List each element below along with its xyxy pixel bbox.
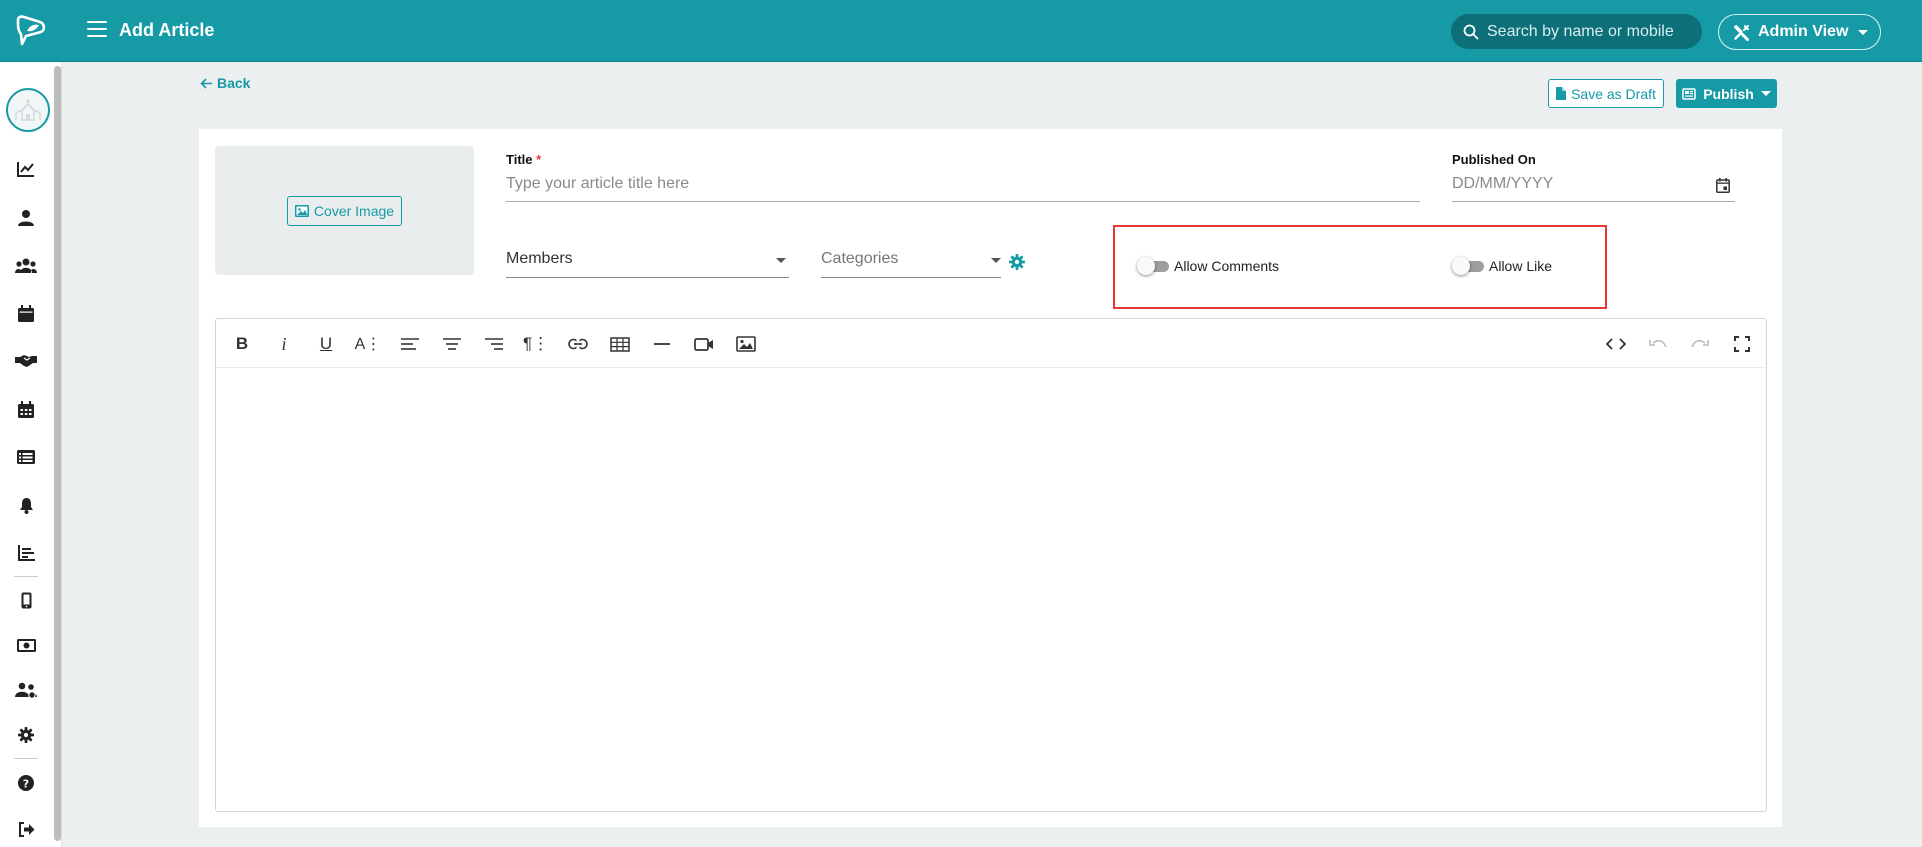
required-marker: * — [536, 152, 542, 167]
font-size-icon[interactable]: A⋮ — [355, 332, 382, 356]
bold-icon[interactable]: B — [230, 332, 254, 356]
editor-content-area[interactable] — [216, 368, 1766, 811]
allow-like-toggle[interactable]: Allow Like — [1452, 257, 1553, 275]
undo-icon[interactable] — [1646, 332, 1670, 356]
users-icon[interactable] — [15, 254, 37, 276]
cover-image-button[interactable]: Cover Image — [286, 195, 403, 226]
editor-toolbar: B i U A⋮ ¶⋮ — [216, 319, 1766, 368]
avatar[interactable] — [6, 88, 50, 132]
group-icon[interactable] — [15, 679, 37, 701]
help-icon[interactable]: ? — [15, 772, 37, 794]
allow-comments-label: Allow Comments — [1174, 258, 1280, 274]
page-title: Add Article — [119, 20, 215, 40]
admin-view-dropdown[interactable]: Admin View — [1718, 14, 1881, 50]
toggle-switch[interactable] — [1137, 257, 1171, 275]
image-icon — [294, 204, 309, 217]
paragraph-icon[interactable]: ¶⋮ — [523, 332, 549, 356]
bell-icon[interactable] — [15, 494, 37, 516]
members-select[interactable]: Members — [506, 246, 789, 278]
sidebar-divider — [14, 758, 38, 759]
categories-select[interactable]: Categories — [821, 246, 1001, 278]
link-icon[interactable] — [566, 332, 590, 356]
title-label: Title — [506, 152, 533, 167]
code-view-icon[interactable] — [1604, 332, 1628, 356]
published-on-label: Published On — [1452, 152, 1536, 167]
title-input[interactable] — [506, 172, 1420, 202]
redo-icon[interactable] — [1688, 332, 1712, 356]
back-link[interactable]: Back — [200, 75, 250, 91]
horizontal-rule-icon[interactable] — [650, 332, 674, 356]
logout-icon[interactable] — [15, 818, 37, 840]
chevron-down-icon — [1760, 91, 1771, 96]
bar-chart-icon[interactable] — [15, 542, 37, 564]
published-on-input[interactable] — [1452, 172, 1735, 202]
video-icon[interactable] — [692, 332, 716, 356]
members-value: Members — [506, 250, 573, 267]
handshake-icon[interactable] — [15, 350, 37, 372]
chevron-down-icon — [776, 258, 786, 263]
calendar-icon[interactable] — [15, 302, 37, 324]
italic-icon[interactable]: i — [272, 332, 296, 356]
align-center-icon[interactable] — [440, 332, 464, 356]
admin-view-label: Admin View — [1758, 23, 1849, 40]
svg-text:?: ? — [23, 777, 29, 790]
toggle-knob — [1137, 257, 1155, 275]
rich-text-editor[interactable]: B i U A⋮ ¶⋮ — [215, 318, 1767, 812]
search-icon — [1463, 24, 1479, 39]
list-icon[interactable] — [15, 446, 37, 468]
mobile-icon[interactable] — [15, 589, 37, 611]
search-box[interactable] — [1451, 14, 1702, 49]
category-settings-icon[interactable] — [1009, 254, 1025, 270]
align-right-icon[interactable] — [482, 332, 506, 356]
money-icon[interactable] — [15, 634, 37, 656]
user-icon[interactable] — [15, 206, 37, 228]
menu-toggle-icon[interactable] — [87, 21, 107, 39]
underline-icon[interactable]: U — [314, 332, 338, 356]
calendar-picker-icon[interactable] — [1716, 178, 1730, 193]
sidebar-scrollbar[interactable] — [54, 66, 61, 841]
back-label: Back — [217, 75, 251, 91]
settings-icon[interactable] — [15, 724, 37, 746]
image-icon[interactable] — [734, 332, 758, 356]
toggle-knob — [1452, 257, 1470, 275]
church-icon — [15, 99, 41, 121]
align-left-icon[interactable] — [398, 332, 422, 356]
publish-label: Publish — [1703, 85, 1754, 102]
allow-like-label: Allow Like — [1489, 258, 1553, 274]
chart-line-icon[interactable] — [15, 158, 37, 180]
allow-comments-toggle[interactable]: Allow Comments — [1137, 257, 1280, 275]
app-logo-icon[interactable] — [14, 14, 48, 48]
calendar-grid-icon[interactable] — [15, 398, 37, 420]
chevron-down-icon — [1858, 29, 1869, 35]
newspaper-icon — [1682, 87, 1696, 100]
save-draft-button[interactable]: Save as Draft — [1548, 79, 1664, 108]
sidebar: ? — [0, 62, 62, 847]
file-icon — [1556, 87, 1567, 100]
categories-value: Categories — [821, 250, 899, 267]
chevron-down-icon — [991, 258, 1001, 263]
publish-button[interactable]: Publish — [1676, 79, 1777, 108]
title-field-label: Title * — [506, 152, 541, 167]
fullscreen-icon[interactable] — [1730, 332, 1754, 356]
top-bar: Add Article Admin View — [0, 0, 1922, 62]
search-input[interactable] — [1487, 22, 1697, 41]
cover-image-label: Cover Image — [313, 202, 395, 219]
sidebar-divider — [14, 576, 38, 577]
save-draft-label: Save as Draft — [1571, 85, 1656, 102]
table-icon[interactable] — [608, 332, 632, 356]
tools-icon — [1733, 24, 1749, 41]
arrow-left-icon — [200, 77, 212, 89]
cover-image-area[interactable]: Cover Image — [215, 146, 474, 275]
toggle-switch[interactable] — [1452, 257, 1486, 275]
